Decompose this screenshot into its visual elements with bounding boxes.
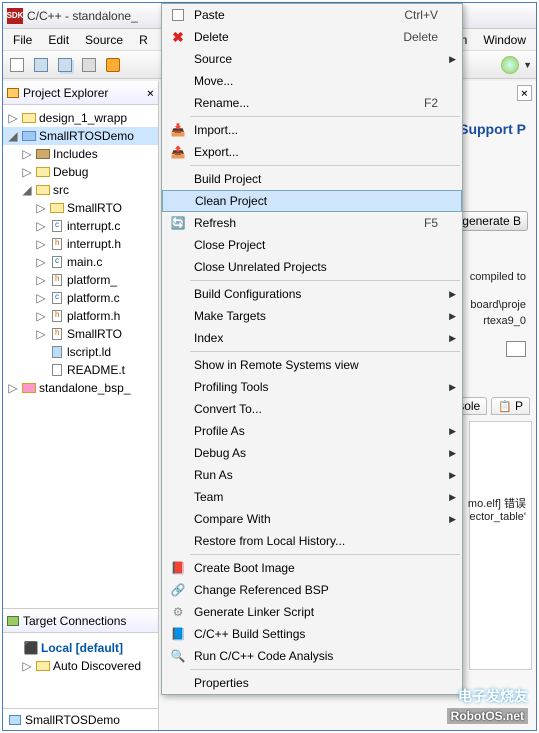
ctx-code-analysis[interactable]: 🔍Run C/C++ Code Analysis bbox=[162, 645, 462, 667]
ctx-build-config[interactable]: Build Configurations▶ bbox=[162, 283, 462, 305]
context-menu: PasteCtrl+V ✖DeleteDelete Source▶ Move..… bbox=[161, 3, 463, 695]
target-connections-tab[interactable]: Target Connections bbox=[3, 609, 158, 633]
status-bar: SmallRTOSDemo bbox=[3, 708, 158, 730]
text-compiled: compiled to bbox=[470, 271, 526, 283]
tree-node-interrupt-h[interactable]: ▷interrupt.h bbox=[3, 235, 158, 253]
project-icon bbox=[9, 715, 21, 725]
print-button[interactable] bbox=[79, 55, 99, 75]
ctx-delete[interactable]: ✖DeleteDelete bbox=[162, 26, 462, 48]
new-button[interactable] bbox=[7, 55, 27, 75]
text-vector: ector_table' bbox=[469, 511, 526, 523]
tree-node-platform-folder[interactable]: ▷platform_ bbox=[3, 271, 158, 289]
ctx-create-boot[interactable]: 📕Create Boot Image bbox=[162, 557, 462, 579]
ctx-index[interactable]: Index▶ bbox=[162, 327, 462, 349]
text-rtex: rtexa9_0 bbox=[483, 315, 526, 327]
p-tab[interactable]: 📋 P bbox=[491, 397, 530, 415]
menu-r[interactable]: R bbox=[131, 31, 156, 49]
connection-icon bbox=[7, 616, 19, 626]
ctx-remote-systems[interactable]: Show in Remote Systems view bbox=[162, 354, 462, 376]
target-auto-discovered[interactable]: ▷Auto Discovered bbox=[3, 657, 158, 675]
ctx-source[interactable]: Source▶ bbox=[162, 48, 462, 70]
save-all-button[interactable] bbox=[55, 55, 75, 75]
ctx-properties[interactable]: Properties bbox=[162, 672, 462, 694]
ctx-refresh[interactable]: 🔄RefreshF5 bbox=[162, 212, 462, 234]
analysis-icon: 🔍 bbox=[171, 649, 186, 663]
menu-file[interactable]: File bbox=[5, 31, 40, 49]
console-output bbox=[469, 421, 532, 670]
window-title: C/C++ - standalone_ bbox=[27, 9, 138, 23]
import-icon: 📥 bbox=[171, 123, 186, 137]
target-connections-label: Target Connections bbox=[23, 614, 126, 628]
ctx-clean-project[interactable]: Clean Project bbox=[162, 190, 462, 212]
ctx-run-as[interactable]: Run As▶ bbox=[162, 464, 462, 486]
watermark-elecfans: 电子发烧友 bbox=[458, 686, 528, 706]
tree-node-platform-c[interactable]: ▷platform.c bbox=[3, 289, 158, 307]
save-button[interactable] bbox=[31, 55, 51, 75]
boot-icon: 📕 bbox=[171, 561, 186, 575]
text-box bbox=[506, 341, 526, 357]
tree-node-main-c[interactable]: ▷main.c bbox=[3, 253, 158, 271]
settings-icon: 📘 bbox=[171, 627, 186, 641]
ctx-build-project[interactable]: Build Project bbox=[162, 168, 462, 190]
ctx-profiling-tools[interactable]: Profiling Tools▶ bbox=[162, 376, 462, 398]
menu-source[interactable]: Source bbox=[77, 31, 131, 49]
export-icon: 📤 bbox=[171, 145, 186, 159]
ctx-close-project[interactable]: Close Project bbox=[162, 234, 462, 256]
project-explorer-label: Project Explorer bbox=[23, 86, 108, 100]
tree-node-readme[interactable]: README.t bbox=[3, 361, 158, 379]
linker-icon: ⚙ bbox=[173, 605, 184, 619]
tree-node-design[interactable]: ▷design_1_wrapp bbox=[3, 109, 158, 127]
tree-node-smallrto2[interactable]: ▷SmallRTO bbox=[3, 325, 158, 343]
tree-node-standalone-bsp[interactable]: ▷standalone_bsp_ bbox=[3, 379, 158, 397]
run-button[interactable] bbox=[501, 56, 519, 74]
support-tab-label[interactable]: Support P bbox=[459, 121, 526, 137]
ctx-paste[interactable]: PasteCtrl+V bbox=[162, 4, 462, 26]
menu-window[interactable]: Window bbox=[475, 31, 534, 49]
ctx-change-bsp[interactable]: 🔗Change Referenced BSP bbox=[162, 579, 462, 601]
text-board: board\proje bbox=[470, 299, 526, 311]
tree-node-lscript[interactable]: lscript.ld bbox=[3, 343, 158, 361]
ctx-debug-as[interactable]: Debug As▶ bbox=[162, 442, 462, 464]
tree-node-smallrto-folder[interactable]: ▷SmallRTO bbox=[3, 199, 158, 217]
tree-node-debug[interactable]: ▷Debug bbox=[3, 163, 158, 181]
ctx-move[interactable]: Move... bbox=[162, 70, 462, 92]
tree-node-interrupt-c[interactable]: ▷interrupt.c bbox=[3, 217, 158, 235]
refresh-icon: 🔄 bbox=[171, 216, 186, 230]
paste-icon bbox=[172, 9, 184, 21]
delete-icon: ✖ bbox=[172, 29, 184, 46]
tree-node-platform-h[interactable]: ▷platform.h bbox=[3, 307, 158, 325]
text-elf: mo.elf] 错误 bbox=[468, 495, 526, 511]
close-view-icon[interactable]: ⨯ bbox=[147, 86, 154, 100]
ctx-compare-with[interactable]: Compare With▶ bbox=[162, 508, 462, 530]
ctx-linker-script[interactable]: ⚙Generate Linker Script bbox=[162, 601, 462, 623]
menu-edit[interactable]: Edit bbox=[40, 31, 77, 49]
ctx-make-targets[interactable]: Make Targets▶ bbox=[162, 305, 462, 327]
watermark-robotos: RobotOS.net bbox=[447, 708, 528, 724]
status-text: SmallRTOSDemo bbox=[25, 713, 120, 727]
bsp-icon: 🔗 bbox=[171, 583, 186, 597]
ctx-close-unrelated[interactable]: Close Unrelated Projects bbox=[162, 256, 462, 278]
target-local[interactable]: ⬛Local [default] bbox=[3, 639, 158, 657]
ctx-export[interactable]: 📤Export... bbox=[162, 141, 462, 163]
tree-node-src[interactable]: ◢src bbox=[3, 181, 158, 199]
project-explorer-tab[interactable]: Project Explorer ⨯ bbox=[3, 81, 158, 105]
ctx-profile-as[interactable]: Profile As▶ bbox=[162, 420, 462, 442]
tree-node-includes[interactable]: ▷Includes bbox=[3, 145, 158, 163]
folder-icon bbox=[7, 88, 19, 98]
ctx-restore-history[interactable]: Restore from Local History... bbox=[162, 530, 462, 552]
ctx-convert-to[interactable]: Convert To... bbox=[162, 398, 462, 420]
sdk-icon: SDK bbox=[7, 8, 23, 24]
ctx-build-settings[interactable]: 📘C/C++ Build Settings bbox=[162, 623, 462, 645]
build-button[interactable] bbox=[103, 55, 123, 75]
close-editor-icon[interactable]: ⨯ bbox=[517, 85, 532, 101]
ctx-team[interactable]: Team▶ bbox=[162, 486, 462, 508]
tree-node-smallrtos[interactable]: ◢SmallRTOSDemo bbox=[3, 127, 158, 145]
project-tree: ▷design_1_wrapp ◢SmallRTOSDemo ▷Includes… bbox=[3, 105, 158, 608]
ctx-rename[interactable]: Rename...F2 bbox=[162, 92, 462, 114]
ctx-import[interactable]: 📥Import... bbox=[162, 119, 462, 141]
